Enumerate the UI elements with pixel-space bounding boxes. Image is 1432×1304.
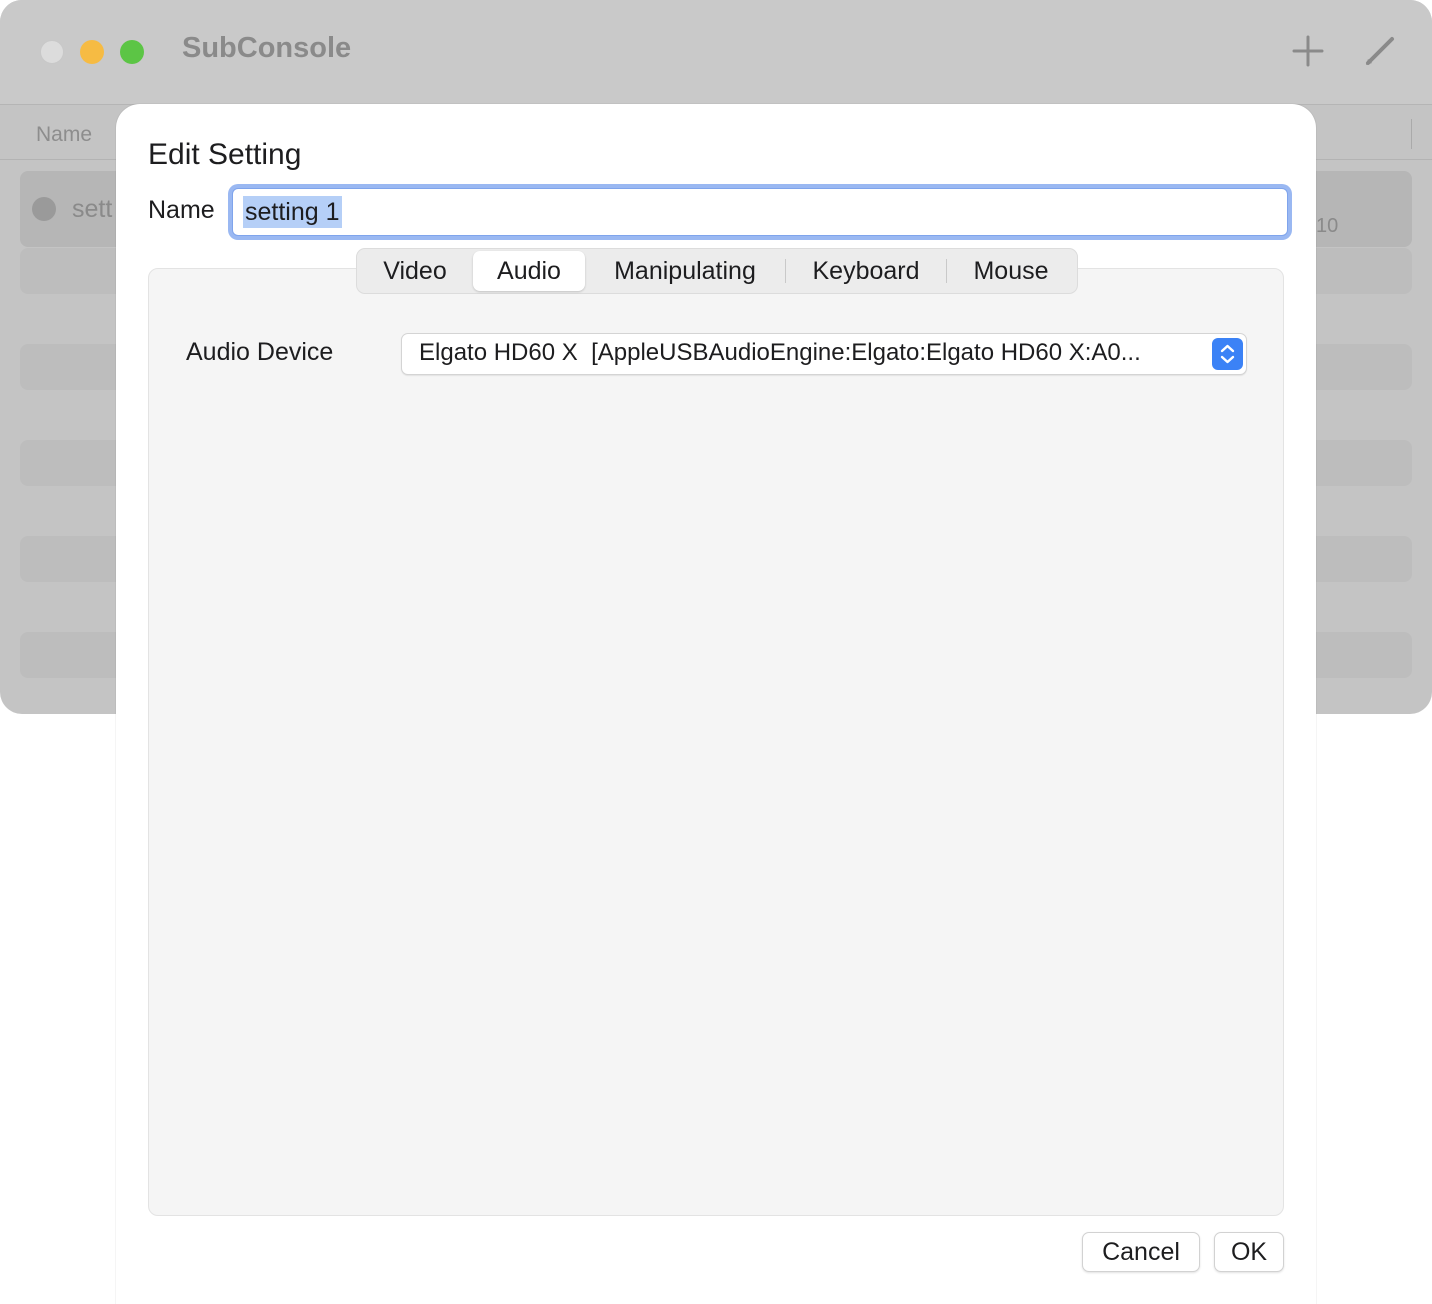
app-title: SubConsole bbox=[182, 32, 352, 64]
audio-device-value: Elgato HD60 X [AppleUSBAudioEngine:Elgat… bbox=[419, 339, 1141, 366]
name-field-value[interactable]: setting 1 bbox=[243, 196, 342, 228]
screen: SubConsole Name sett 10 Edit Setting Nam… bbox=[0, 0, 1432, 1304]
zoom-window-button[interactable] bbox=[120, 40, 144, 64]
name-label: Name bbox=[148, 196, 215, 224]
ok-button[interactable]: OK bbox=[1214, 1232, 1284, 1272]
sheet-title: Edit Setting bbox=[148, 138, 302, 171]
close-window-button[interactable] bbox=[40, 40, 64, 64]
status-dot bbox=[32, 197, 56, 221]
cancel-button[interactable]: Cancel bbox=[1082, 1232, 1200, 1272]
title-bar: SubConsole bbox=[0, 0, 1432, 105]
audio-device-select[interactable]: Elgato HD60 X [AppleUSBAudioEngine:Elgat… bbox=[401, 333, 1247, 375]
tab-keyboard[interactable]: Keyboard bbox=[786, 251, 946, 291]
row-value: 10 bbox=[1316, 215, 1339, 237]
pencil-icon[interactable] bbox=[1363, 34, 1397, 68]
row-name: sett bbox=[72, 195, 113, 223]
tab-panel bbox=[148, 268, 1284, 1216]
audio-device-label: Audio Device bbox=[186, 338, 334, 366]
minimize-window-button[interactable] bbox=[80, 40, 104, 64]
popup-chevron-icon[interactable] bbox=[1212, 338, 1243, 370]
plus-icon[interactable] bbox=[1291, 34, 1325, 68]
tab-mouse[interactable]: Mouse bbox=[947, 251, 1075, 291]
name-field[interactable]: setting 1 bbox=[232, 188, 1288, 236]
tab-bar: Video Audio Manipulating Keyboard Mouse bbox=[356, 248, 1078, 294]
column-divider bbox=[1411, 119, 1412, 149]
edit-setting-sheet: Edit Setting Name setting 1 Video Audio … bbox=[116, 104, 1316, 1304]
tab-video[interactable]: Video bbox=[357, 251, 473, 291]
tab-audio[interactable]: Audio bbox=[473, 251, 585, 291]
column-header-name[interactable]: Name bbox=[36, 123, 92, 147]
tab-manipulating[interactable]: Manipulating bbox=[585, 251, 785, 291]
